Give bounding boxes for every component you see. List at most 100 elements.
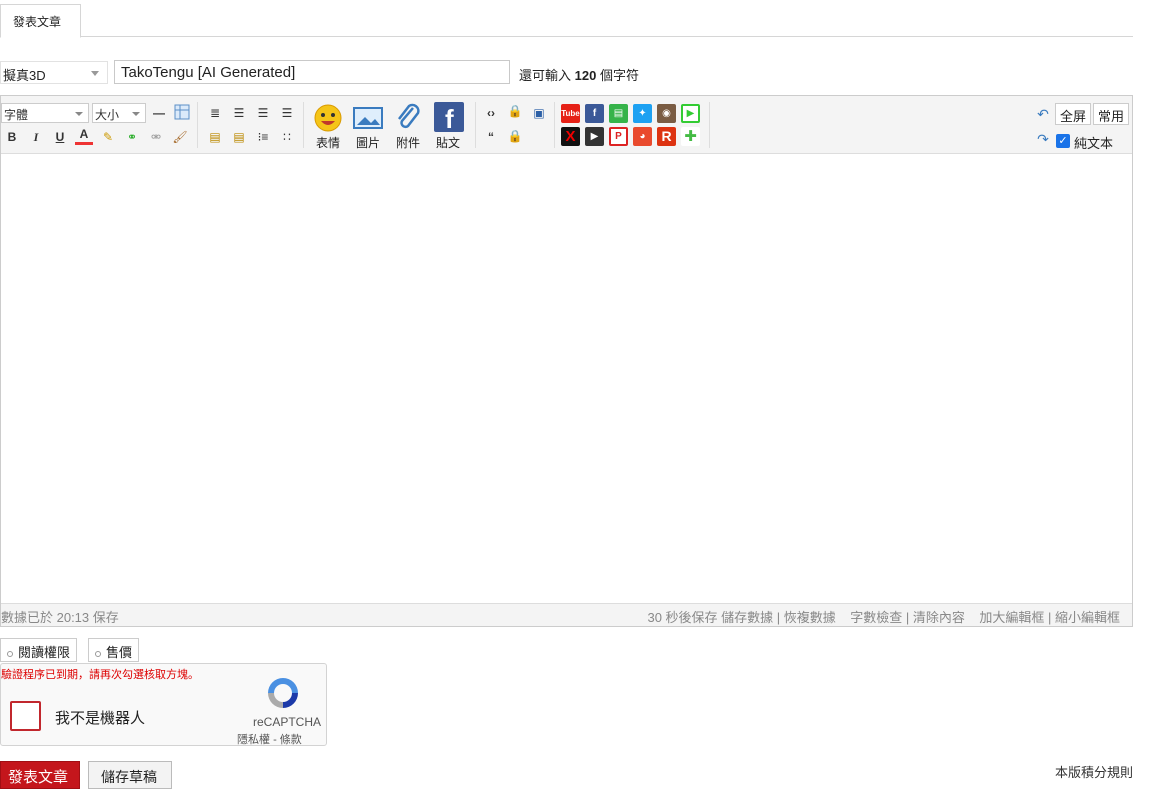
facebook-icon: f xyxy=(434,102,464,134)
dailymotion-icon[interactable]: ▶ xyxy=(585,127,604,146)
restore-data-link[interactable]: 恢複數據 xyxy=(784,610,836,625)
price-option[interactable]: 售價 xyxy=(88,638,140,662)
float-right-icon[interactable]: ▤ xyxy=(230,128,248,146)
toolbar-divider xyxy=(303,102,304,148)
word-paste-icon[interactable]: ▣ xyxy=(530,104,548,122)
svg-text:f: f xyxy=(445,104,454,132)
toolbar-divider xyxy=(197,102,198,148)
image-icon xyxy=(353,107,383,129)
facebook-video-icon[interactable]: f xyxy=(585,104,604,123)
price-label: 售價 xyxy=(106,645,133,660)
save-data-link[interactable]: 儲存數據 xyxy=(721,610,773,625)
radio-dot-icon xyxy=(7,650,13,657)
enlarge-editor-link[interactable]: 加大編輯框 xyxy=(979,610,1044,625)
toolbar-divider xyxy=(554,102,555,148)
free-icon[interactable]: 🔒 xyxy=(506,102,524,120)
size-select-label: 大小 xyxy=(95,108,120,122)
undo-icon[interactable]: ↶ xyxy=(1034,105,1052,123)
attach-label: 附件 xyxy=(395,136,420,150)
horizontal-rule-icon[interactable]: — xyxy=(150,104,168,122)
play-video-icon[interactable]: ▶ xyxy=(681,104,700,123)
plaintext-label: 純文本 xyxy=(1074,136,1114,151)
table-icon[interactable] xyxy=(173,104,191,122)
board-rules-link[interactable]: 本版積分規則 xyxy=(1055,762,1133,781)
recaptcha-terms: 隱私權 - 條款 xyxy=(237,731,302,747)
plaintext-checkbox[interactable]: ✓ xyxy=(1056,134,1070,148)
redo-icon[interactable]: ↷ xyxy=(1034,130,1052,148)
unlink-icon[interactable]: ⚮ xyxy=(147,128,165,146)
align-left-icon[interactable]: ☰ xyxy=(230,104,248,122)
underline-button[interactable]: U xyxy=(51,128,69,146)
read-permission-label: 閱讀權限 xyxy=(18,645,71,660)
weibo-icon[interactable]: ◕ xyxy=(633,127,652,146)
toolbar-divider xyxy=(475,102,476,148)
plugin-icon[interactable]: ✚ xyxy=(681,127,700,146)
clear-content-link[interactable]: 清除內容 xyxy=(913,610,965,625)
remain-count: 120 xyxy=(574,68,597,83)
shrink-editor-link[interactable]: 縮小編輯框 xyxy=(1055,610,1120,625)
youtube-icon[interactable]: Tube xyxy=(561,104,580,123)
privacy-link[interactable]: 隱私權 xyxy=(237,734,270,746)
align-center-icon[interactable]: ☰ xyxy=(254,104,272,122)
read-permission-option[interactable]: 閱讀權限 xyxy=(0,638,78,662)
chevron-down-icon xyxy=(91,71,99,76)
size-select[interactable]: 大小 xyxy=(92,103,146,123)
italic-button[interactable]: I xyxy=(27,128,45,146)
recaptcha-brand: reCAPTCHA xyxy=(253,715,322,729)
image-label: 圖片 xyxy=(355,136,380,150)
recaptcha-widget: 驗證程序已到期，請再次勾選核取方塊。 我不是機器人 reCAPTCHA 隱私權 … xyxy=(0,663,327,746)
font-color-button[interactable]: A xyxy=(75,127,93,145)
paperclip-icon xyxy=(398,103,420,129)
captcha-error: 驗證程序已到期，請再次勾選核取方塊。 xyxy=(1,669,199,681)
submit-post-button[interactable]: 發表文章 xyxy=(0,761,80,789)
editor-toolbar: 字體 大小 — B I U A ✎ ⚭ ⚮ 🖌 ≣ ☰ ☰ ☰ ▤ ▤ ⁝≡ ∷… xyxy=(1,96,1132,154)
word-check-link[interactable]: 字數檢查 xyxy=(850,610,902,625)
terms-link[interactable]: 條款 xyxy=(280,734,302,746)
captcha-label: 我不是機器人 xyxy=(55,710,146,727)
status-actions: 30 秒後保存 儲存數據 | 恢複數據 字數檢查 | 清除內容 加大編輯框 | … xyxy=(647,610,1120,625)
terms-separator: - xyxy=(273,734,277,746)
emoji-label: 表情 xyxy=(315,136,340,150)
image-button[interactable] xyxy=(353,102,385,132)
r-media-icon[interactable]: R xyxy=(657,127,676,146)
link-icon[interactable]: ⚭ xyxy=(123,128,141,146)
remain-suffix: 個字符 xyxy=(599,68,639,83)
tab-post[interactable]: 發表文章 xyxy=(0,4,81,38)
twitter-icon[interactable]: ✦ xyxy=(633,104,652,123)
code-icon[interactable]: ‹› xyxy=(482,104,500,122)
common-button[interactable]: 常用 xyxy=(1093,103,1130,125)
emoji-button[interactable] xyxy=(313,102,345,132)
editor-textarea[interactable] xyxy=(1,154,1132,603)
subject-input[interactable] xyxy=(114,60,510,84)
tudou-icon[interactable]: ▤ xyxy=(609,104,628,123)
xvideo-icon[interactable]: X xyxy=(561,127,580,146)
pixiv-icon[interactable]: P xyxy=(609,127,628,146)
tab-bar: 發表文章 xyxy=(0,0,1133,38)
font-select[interactable]: 字體 xyxy=(1,103,89,123)
editor: 字體 大小 — B I U A ✎ ⚭ ⚮ 🖌 ≣ ☰ ☰ ☰ ▤ ▤ ⁝≡ ∷… xyxy=(0,95,1133,627)
instagram-icon[interactable]: ◉ xyxy=(657,104,676,123)
saved-status: 數據已於 20:13 保存 xyxy=(1,610,119,625)
recaptcha-logo-icon xyxy=(268,678,298,708)
radio-dot-icon xyxy=(95,650,101,657)
facebook-post-button[interactable]: f xyxy=(433,102,465,134)
autosave-countdown: 30 秒後保存 xyxy=(647,610,718,625)
align-justify-icon[interactable]: ≣ xyxy=(206,104,224,122)
clear-format-icon[interactable]: 🖌 xyxy=(171,128,189,146)
fullscreen-button[interactable]: 全屏 xyxy=(1055,103,1092,125)
unordered-list-icon[interactable]: ∷ xyxy=(278,128,296,146)
post-type-select[interactable]: 擬真3D xyxy=(0,61,108,84)
hide-icon[interactable]: 🔒 xyxy=(506,127,524,145)
float-left-icon[interactable]: ▤ xyxy=(206,128,224,146)
remaining-chars: 還可輸入 120 個字符 xyxy=(519,65,639,84)
spellcheck-icon[interactable]: ✎ xyxy=(99,128,117,146)
save-draft-button[interactable]: 儲存草稿 xyxy=(88,761,172,789)
quote-icon[interactable]: “ xyxy=(482,128,500,146)
bold-button[interactable]: B xyxy=(3,128,21,146)
captcha-checkbox[interactable] xyxy=(10,701,41,731)
align-right-icon[interactable]: ☰ xyxy=(278,104,296,122)
ordered-list-icon[interactable]: ⁝≡ xyxy=(254,128,272,146)
attach-button[interactable] xyxy=(393,102,425,132)
toolbar-divider xyxy=(709,102,710,148)
font-select-label: 字體 xyxy=(4,108,29,122)
